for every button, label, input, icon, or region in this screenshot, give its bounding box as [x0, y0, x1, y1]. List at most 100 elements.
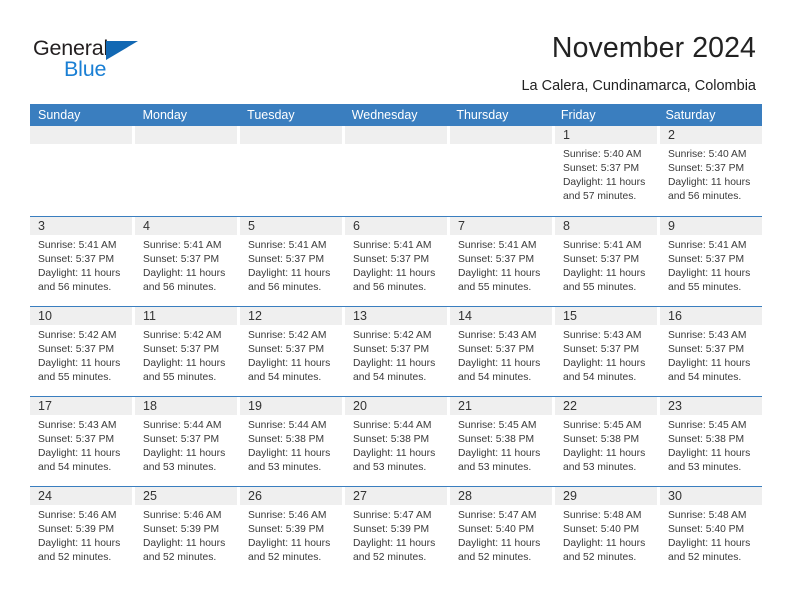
calendar-week-row: 1 Sunrise: 5:40 AM Sunset: 5:37 PM Daylight…: [30, 126, 762, 216]
day-cell-empty: [450, 126, 552, 216]
day-detail-line: and 55 minutes.: [38, 372, 112, 383]
day-cell[interactable]: 18 Sunrise: 5:44 AM Sunset: 5:37 PM Dayligh…: [135, 397, 237, 486]
day-cell[interactable]: 16 Sunrise: 5:43 AM Sunset: 5:37 PM Dayligh…: [660, 307, 762, 396]
day-detail-line: Sunset: 5:39 PM: [248, 524, 325, 535]
day-cell[interactable]: 26 Sunrise: 5:46 AM Sunset: 5:39 PM Dayligh…: [240, 487, 342, 576]
day-cell[interactable]: 27 Sunrise: 5:47 AM Sunset: 5:39 PM Dayligh…: [345, 487, 447, 576]
day-cell[interactable]: 2 Sunrise: 5:40 AM Sunset: 5:37 PM Daylight…: [660, 126, 762, 216]
day-number: 30: [668, 489, 682, 503]
day-detail-line: Sunset: 5:40 PM: [668, 524, 745, 535]
day-cell[interactable]: 24 Sunrise: 5:46 AM Sunset: 5:39 PM Dayligh…: [30, 487, 132, 576]
day-details: Sunrise: 5:41 AM Sunset: 5:37 PM Daylight:…: [555, 235, 657, 295]
day-cell[interactable]: 17 Sunrise: 5:43 AM Sunset: 5:37 PM Dayligh…: [30, 397, 132, 486]
day-cell[interactable]: 14 Sunrise: 5:43 AM Sunset: 5:37 PM Dayligh…: [450, 307, 552, 396]
day-detail-line: Daylight: 11 hours: [563, 358, 646, 369]
day-details: [345, 144, 447, 148]
day-detail-line: Sunrise: 5:44 AM: [353, 420, 432, 431]
general-blue-logo[interactable]: General Blue: [33, 36, 163, 82]
day-detail-line: Sunrise: 5:40 AM: [563, 149, 642, 160]
day-number: 29: [563, 489, 577, 503]
day-cell[interactable]: 1 Sunrise: 5:40 AM Sunset: 5:37 PM Daylight…: [555, 126, 657, 216]
day-detail-line: Sunset: 5:37 PM: [668, 254, 745, 265]
day-detail-line: Daylight: 11 hours: [458, 538, 541, 549]
day-detail-line: and 53 minutes.: [248, 462, 322, 473]
day-number-band: 1: [555, 126, 657, 144]
day-cell[interactable]: 8 Sunrise: 5:41 AM Sunset: 5:37 PM Daylight…: [555, 217, 657, 306]
day-number: 21: [458, 399, 472, 413]
day-cell[interactable]: 12 Sunrise: 5:42 AM Sunset: 5:37 PM Dayligh…: [240, 307, 342, 396]
day-detail-line: Sunset: 5:37 PM: [143, 254, 220, 265]
day-detail-line: Sunrise: 5:41 AM: [38, 240, 117, 251]
day-detail-line: Daylight: 11 hours: [248, 358, 331, 369]
day-details: [240, 144, 342, 148]
day-detail-line: and 52 minutes.: [38, 552, 112, 563]
day-cell[interactable]: 29 Sunrise: 5:48 AM Sunset: 5:40 PM Dayligh…: [555, 487, 657, 576]
day-number-band: [30, 126, 132, 144]
day-cell[interactable]: 15 Sunrise: 5:43 AM Sunset: 5:37 PM Dayligh…: [555, 307, 657, 396]
day-detail-line: Daylight: 11 hours: [248, 538, 331, 549]
day-detail-line: and 56 minutes.: [143, 282, 217, 293]
day-cell[interactable]: 10 Sunrise: 5:42 AM Sunset: 5:37 PM Dayligh…: [30, 307, 132, 396]
day-number: 6: [353, 219, 360, 233]
day-detail-line: and 55 minutes.: [563, 282, 637, 293]
calendar-week-row: 10 Sunrise: 5:42 AM Sunset: 5:37 PM Dayligh…: [30, 306, 762, 396]
day-cell[interactable]: 11 Sunrise: 5:42 AM Sunset: 5:37 PM Dayligh…: [135, 307, 237, 396]
day-detail-line: and 53 minutes.: [458, 462, 532, 473]
day-detail-line: Daylight: 11 hours: [563, 538, 646, 549]
day-detail-line: and 52 minutes.: [248, 552, 322, 563]
day-details: Sunrise: 5:43 AM Sunset: 5:37 PM Daylight:…: [660, 325, 762, 385]
day-detail-line: Daylight: 11 hours: [353, 538, 436, 549]
day-number-band: 21: [450, 397, 552, 415]
day-cell[interactable]: 6 Sunrise: 5:41 AM Sunset: 5:37 PM Daylight…: [345, 217, 447, 306]
day-details: Sunrise: 5:42 AM Sunset: 5:37 PM Daylight:…: [30, 325, 132, 385]
day-detail-line: Daylight: 11 hours: [563, 177, 646, 188]
day-details: Sunrise: 5:46 AM Sunset: 5:39 PM Daylight:…: [30, 505, 132, 565]
day-detail-line: Daylight: 11 hours: [248, 448, 331, 459]
day-detail-line: Sunrise: 5:46 AM: [38, 510, 117, 521]
day-detail-line: Sunrise: 5:43 AM: [38, 420, 117, 431]
page-title: November 2024: [551, 32, 756, 64]
day-cell[interactable]: 13 Sunrise: 5:42 AM Sunset: 5:37 PM Dayligh…: [345, 307, 447, 396]
day-cell[interactable]: 25 Sunrise: 5:46 AM Sunset: 5:39 PM Dayligh…: [135, 487, 237, 576]
day-cell[interactable]: 30 Sunrise: 5:48 AM Sunset: 5:40 PM Dayligh…: [660, 487, 762, 576]
day-detail-line: Sunset: 5:38 PM: [668, 434, 745, 445]
day-cell[interactable]: 21 Sunrise: 5:45 AM Sunset: 5:38 PM Dayligh…: [450, 397, 552, 486]
day-detail-line: Sunset: 5:39 PM: [38, 524, 115, 535]
day-number: 17: [38, 399, 52, 413]
day-cell[interactable]: 7 Sunrise: 5:41 AM Sunset: 5:37 PM Daylight…: [450, 217, 552, 306]
day-detail-line: Sunset: 5:37 PM: [38, 344, 115, 355]
day-cell[interactable]: 22 Sunrise: 5:45 AM Sunset: 5:38 PM Dayligh…: [555, 397, 657, 486]
day-cell[interactable]: 4 Sunrise: 5:41 AM Sunset: 5:37 PM Daylight…: [135, 217, 237, 306]
day-detail-line: Sunrise: 5:45 AM: [563, 420, 642, 431]
day-detail-line: and 55 minutes.: [458, 282, 532, 293]
day-detail-line: Sunset: 5:39 PM: [353, 524, 430, 535]
day-number-band: 28: [450, 487, 552, 505]
logo-text-blue: Blue: [64, 57, 107, 81]
day-cell[interactable]: 20 Sunrise: 5:44 AM Sunset: 5:38 PM Dayligh…: [345, 397, 447, 486]
day-details: Sunrise: 5:47 AM Sunset: 5:39 PM Daylight:…: [345, 505, 447, 565]
day-details: Sunrise: 5:40 AM Sunset: 5:37 PM Daylight:…: [660, 144, 762, 204]
day-number-band: 13: [345, 307, 447, 325]
day-cell-empty: [135, 126, 237, 216]
day-number-band: 20: [345, 397, 447, 415]
day-details: [450, 144, 552, 148]
day-cell[interactable]: 23 Sunrise: 5:45 AM Sunset: 5:38 PM Dayligh…: [660, 397, 762, 486]
day-detail-line: and 56 minutes.: [668, 191, 742, 202]
day-cell[interactable]: 28 Sunrise: 5:47 AM Sunset: 5:40 PM Dayligh…: [450, 487, 552, 576]
day-detail-line: Sunrise: 5:47 AM: [353, 510, 432, 521]
calendar-weeks: 1 Sunrise: 5:40 AM Sunset: 5:37 PM Daylight…: [30, 126, 762, 576]
day-number-band: 2: [660, 126, 762, 144]
day-detail-line: Sunset: 5:37 PM: [38, 254, 115, 265]
day-cell[interactable]: 5 Sunrise: 5:41 AM Sunset: 5:37 PM Daylight…: [240, 217, 342, 306]
day-details: Sunrise: 5:47 AM Sunset: 5:40 PM Daylight:…: [450, 505, 552, 565]
day-details: [30, 144, 132, 148]
day-cell[interactable]: 3 Sunrise: 5:41 AM Sunset: 5:37 PM Daylight…: [30, 217, 132, 306]
day-detail-line: Sunrise: 5:46 AM: [143, 510, 222, 521]
page-header: General Blue November 2024 La Calera, Cu…: [0, 0, 792, 100]
day-cell[interactable]: 9 Sunrise: 5:41 AM Sunset: 5:37 PM Daylight…: [660, 217, 762, 306]
day-cell[interactable]: 19 Sunrise: 5:44 AM Sunset: 5:38 PM Dayligh…: [240, 397, 342, 486]
day-number: 1: [563, 128, 570, 142]
day-detail-line: Sunrise: 5:45 AM: [458, 420, 537, 431]
day-detail-line: Daylight: 11 hours: [353, 448, 436, 459]
day-number: 2: [668, 128, 675, 142]
